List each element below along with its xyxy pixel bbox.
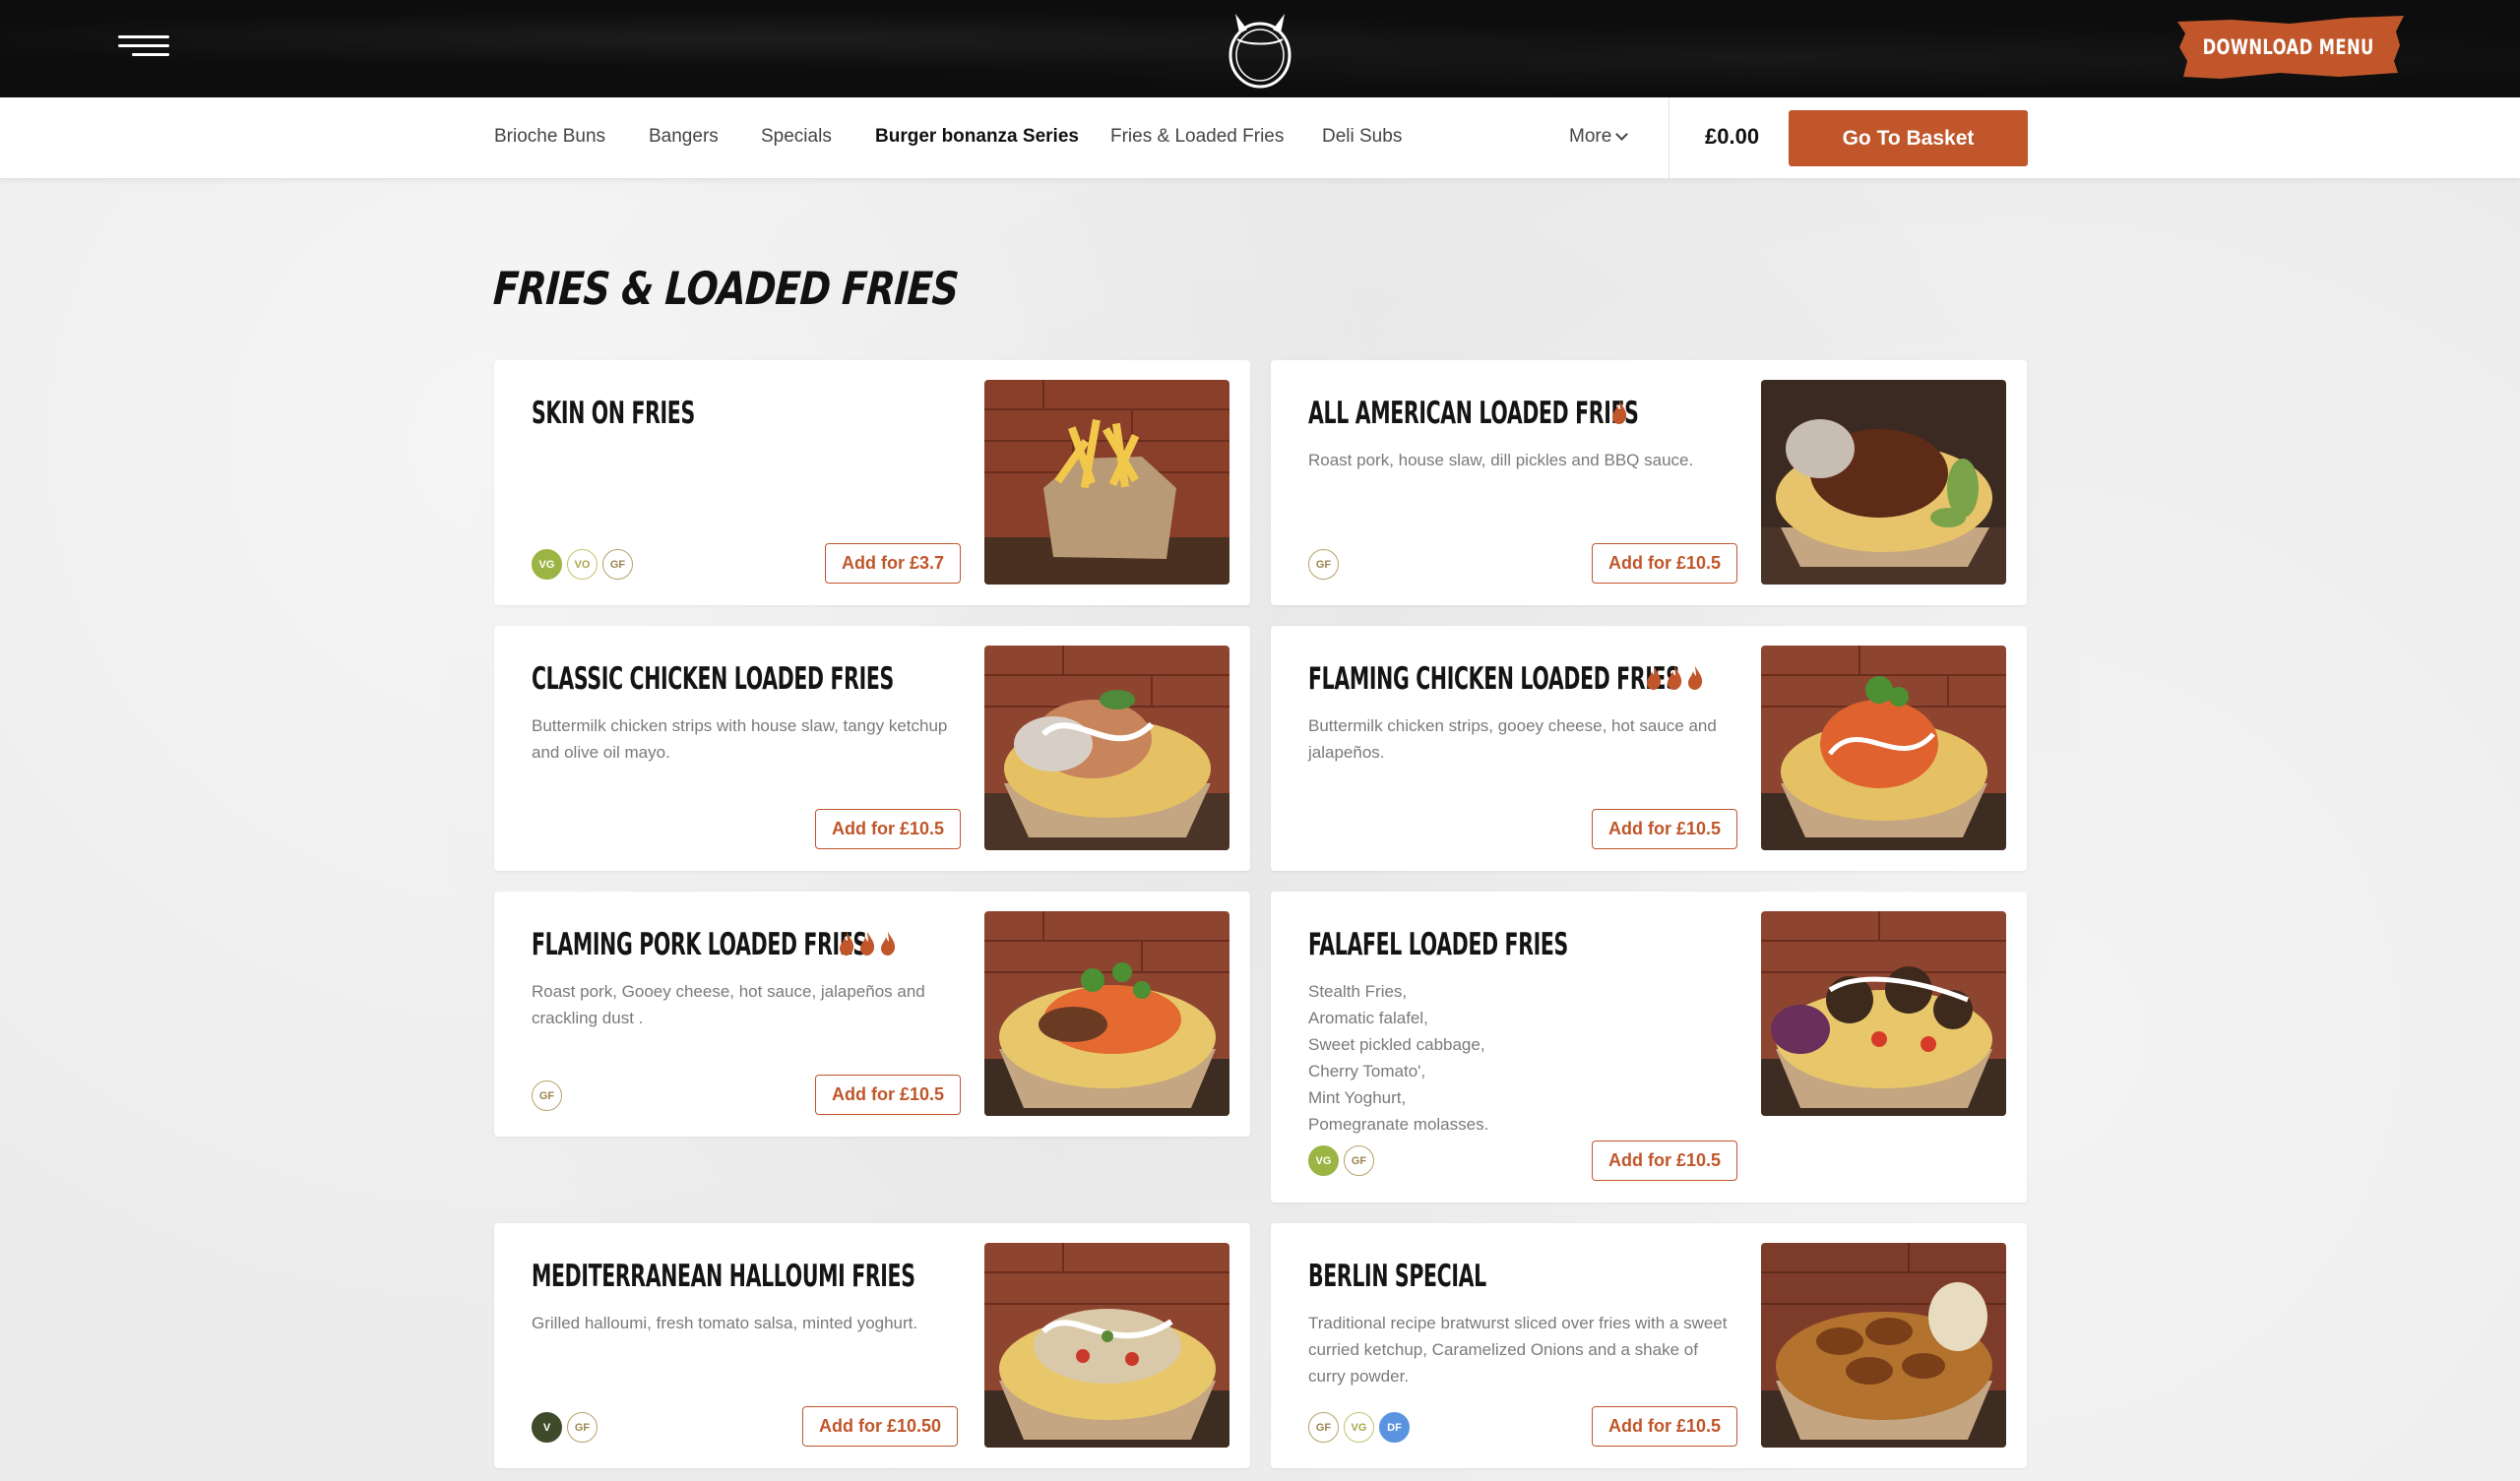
flame-icon bbox=[1612, 401, 1627, 424]
product-card-flaming-chicken-loaded-fries: Flaming Chicken Loaded Fries Buttermilk … bbox=[1271, 626, 2027, 871]
product-image[interactable] bbox=[1761, 380, 2006, 585]
dietary-badges: GF VG DF bbox=[1308, 1412, 1410, 1443]
download-menu-button[interactable]: DOWNLOAD MENU bbox=[2172, 12, 2406, 83]
product-image[interactable] bbox=[984, 646, 1229, 850]
product-name: Berlin Special bbox=[1308, 1259, 1486, 1294]
gluten-free-badge: GF bbox=[602, 549, 633, 580]
top-bar: DOWNLOAD MENU bbox=[0, 0, 2520, 97]
product-image[interactable] bbox=[984, 1243, 1229, 1448]
product-card-falafel-loaded-fries: Falafel Loaded Fries Stealth Fries, Arom… bbox=[1271, 892, 2027, 1203]
basket-total: £0.00 bbox=[1705, 124, 1760, 149]
flame-icon bbox=[840, 932, 854, 956]
product-card-classic-chicken-loaded-fries: Classic Chicken Loaded Fries Buttermilk … bbox=[494, 626, 1250, 871]
product-description: Buttermilk chicken strips with house sla… bbox=[532, 716, 948, 762]
dietary-badges: GF bbox=[1308, 549, 1339, 580]
add-to-basket-button[interactable]: Add for £10.5 bbox=[815, 809, 962, 849]
add-to-basket-button[interactable]: Add for £10.50 bbox=[802, 1406, 959, 1447]
product-description: Traditional recipe bratwurst sliced over… bbox=[1308, 1314, 1728, 1386]
add-to-basket-button[interactable]: Add for £10.5 bbox=[1592, 543, 1738, 584]
gluten-free-badge: GF bbox=[532, 1080, 562, 1111]
product-card-berlin-special: Berlin Special Traditional recipe bratwu… bbox=[1271, 1223, 2027, 1468]
gluten-free-badge: GF bbox=[1308, 1412, 1339, 1443]
add-to-basket-button[interactable]: Add for £10.5 bbox=[1592, 1141, 1738, 1181]
download-menu-label: DOWNLOAD MENU bbox=[2202, 35, 2375, 59]
vegan-badge: VG bbox=[532, 549, 562, 580]
product-image[interactable] bbox=[984, 380, 1229, 585]
more-label: More bbox=[1569, 126, 1612, 147]
product-name: Flaming Chicken Loaded Fries bbox=[1308, 661, 1680, 697]
product-description: Buttermilk chicken strips, gooey cheese,… bbox=[1308, 716, 1717, 762]
product-name: Falafel Loaded Fries bbox=[1308, 927, 1568, 962]
product-image[interactable] bbox=[1761, 646, 2006, 850]
nav-item-brioche-buns[interactable]: Brioche Buns bbox=[494, 126, 605, 148]
product-image[interactable] bbox=[984, 911, 1229, 1116]
vegetarian-option-badge: VO bbox=[567, 549, 598, 580]
gluten-free-badge: GF bbox=[1308, 549, 1339, 580]
flame-icon bbox=[881, 932, 896, 956]
nav-item-burger-bonanza-series[interactable]: Burger bonanza Series bbox=[875, 126, 1079, 148]
product-card-skin-on-fries: Skin On Fries VG VO GF Add for £3.7 bbox=[494, 360, 1250, 605]
dietary-badges: V GF bbox=[532, 1412, 598, 1443]
flame-icon bbox=[1647, 666, 1662, 690]
spice-level bbox=[838, 931, 897, 956]
category-nav: Brioche Buns Bangers Specials Burger bon… bbox=[0, 97, 2520, 179]
product-description: Stealth Fries, Aromatic falafel, Sweet p… bbox=[1308, 982, 1489, 1134]
dietary-badges: VG VO GF bbox=[532, 549, 633, 580]
nav-item-specials[interactable]: Specials bbox=[761, 126, 832, 148]
product-name: Flaming Pork Loaded Fries bbox=[532, 927, 867, 962]
gluten-free-badge: GF bbox=[1344, 1145, 1374, 1176]
spice-level bbox=[1645, 665, 1704, 691]
add-to-basket-button[interactable]: Add for £3.7 bbox=[825, 543, 962, 584]
product-description: Roast pork, house slaw, dill pickles and… bbox=[1308, 451, 1694, 469]
go-to-basket-button[interactable]: Go To Basket bbox=[1789, 110, 2028, 166]
gluten-free-badge: GF bbox=[567, 1412, 598, 1443]
product-name: Mediterranean Halloumi Fries bbox=[532, 1259, 915, 1294]
flame-icon bbox=[1688, 666, 1703, 690]
product-card-flaming-pork-loaded-fries: Flaming Pork Loaded Fries Roast pork, Go… bbox=[494, 892, 1250, 1137]
dairy-free-badge: DF bbox=[1379, 1412, 1410, 1443]
product-description: Grilled halloumi, fresh tomato salsa, mi… bbox=[532, 1314, 918, 1332]
dietary-badges: GF bbox=[532, 1080, 562, 1111]
product-card-all-american-loaded-fries: All American Loaded Fries Roast pork, ho… bbox=[1271, 360, 2027, 605]
product-description: Roast pork, Gooey cheese, hot sauce, jal… bbox=[532, 982, 925, 1027]
nav-item-fries-loaded-fries[interactable]: Fries & Loaded Fries bbox=[1110, 126, 1284, 148]
chevron-down-icon bbox=[1615, 128, 1629, 141]
hamburger-icon[interactable] bbox=[118, 33, 169, 59]
add-to-basket-button[interactable]: Add for £10.5 bbox=[1592, 809, 1738, 849]
product-image[interactable] bbox=[1761, 1243, 2006, 1448]
product-name: Skin On Fries bbox=[532, 396, 695, 431]
vegan-badge: VG bbox=[1308, 1145, 1339, 1176]
more-dropdown[interactable]: More bbox=[1569, 126, 1629, 148]
logo[interactable] bbox=[1218, 4, 1302, 93]
nav-item-deli-subs[interactable]: Deli Subs bbox=[1322, 126, 1402, 148]
product-name: All American Loaded Fries bbox=[1308, 396, 1639, 431]
product-image[interactable] bbox=[1761, 911, 2006, 1116]
vegetarian-badge: V bbox=[532, 1412, 562, 1443]
nav-item-bangers[interactable]: Bangers bbox=[649, 126, 719, 148]
add-to-basket-button[interactable]: Add for £10.5 bbox=[815, 1075, 962, 1115]
product-card-mediterranean-halloumi-fries: Mediterranean Halloumi Fries Grilled hal… bbox=[494, 1223, 1250, 1468]
flame-icon bbox=[860, 932, 875, 956]
flame-icon bbox=[1668, 666, 1682, 690]
section-title: Fries & Loaded Fries bbox=[491, 262, 960, 315]
nav-divider bbox=[1669, 97, 1670, 179]
spice-level bbox=[1610, 400, 1628, 425]
vegan-badge: VG bbox=[1344, 1412, 1374, 1443]
add-to-basket-button[interactable]: Add for £10.5 bbox=[1592, 1406, 1738, 1447]
dietary-badges: VG GF bbox=[1308, 1145, 1374, 1176]
product-name: Classic Chicken Loaded Fries bbox=[532, 661, 894, 697]
